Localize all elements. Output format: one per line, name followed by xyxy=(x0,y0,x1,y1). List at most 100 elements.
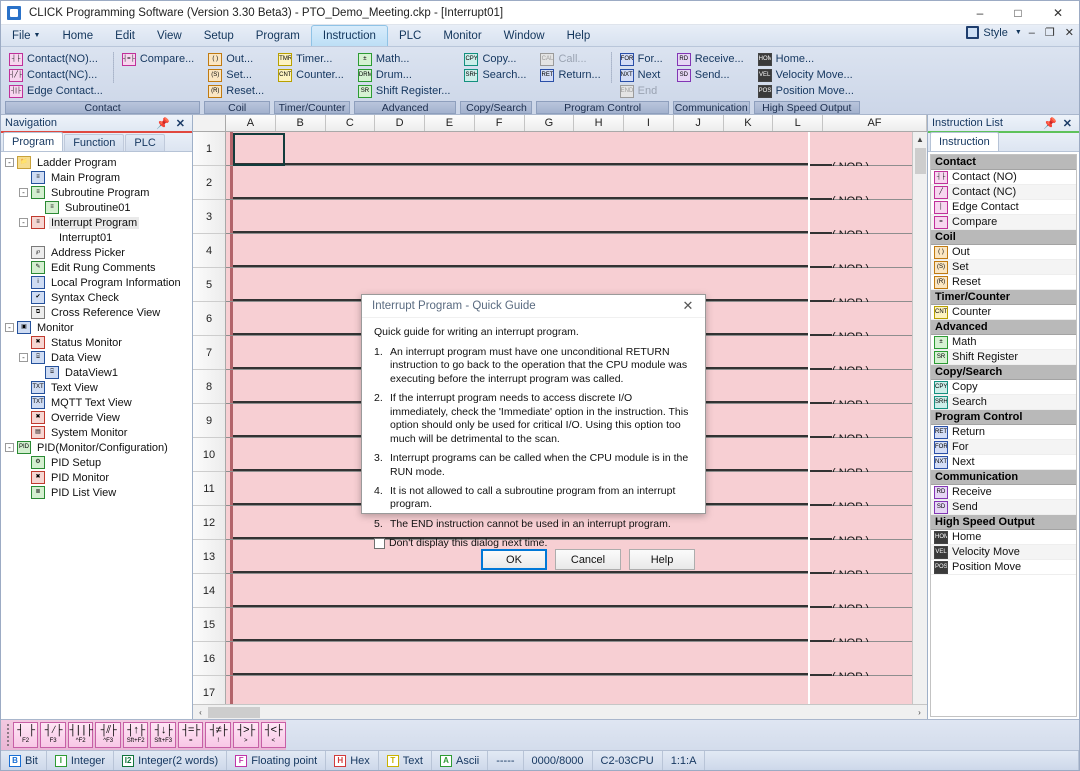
toolbar-button-compare-greater[interactable]: ┤>├ > xyxy=(233,722,259,748)
document-restore-button[interactable]: ❐ xyxy=(1042,26,1058,39)
toolbar-button-contact-up-shift-f2[interactable]: ┤↑├ Sft+F2 xyxy=(122,722,149,748)
status-type-bit[interactable]: B Bit xyxy=(1,750,47,770)
menu-item-view[interactable]: View xyxy=(146,25,193,46)
expand-toggle-icon[interactable]: - xyxy=(5,158,14,167)
ribbon-button-contact-no-[interactable]: ┤├ Contact(NO)... xyxy=(7,51,107,67)
tree-item-cross-reference-view[interactable]: ⧉ Cross Reference View xyxy=(5,305,192,320)
column-header-k[interactable]: K xyxy=(723,115,774,131)
close-button[interactable]: ✕ xyxy=(1037,1,1079,25)
nop-cell[interactable]: ( NOP ) xyxy=(808,676,912,704)
ribbon-button-drum[interactable]: DRM Drum... xyxy=(356,67,455,83)
menu-item-monitor[interactable]: Monitor xyxy=(432,25,492,46)
dont-display-checkbox[interactable]: Don't display this dialog next time. xyxy=(374,537,693,549)
menu-item-setup[interactable]: Setup xyxy=(193,25,245,46)
tree-item-monitor[interactable]: - ▣ Monitor xyxy=(5,320,192,335)
tree-item-pid-list-view[interactable]: ≣ PID List View xyxy=(5,485,192,500)
column-header-l[interactable]: L xyxy=(773,115,823,131)
column-header-af[interactable]: AF xyxy=(823,115,927,131)
menu-item-plc[interactable]: PLC xyxy=(388,25,432,46)
ribbon-button-edge-contact[interactable]: ┤|├ Edge Contact... xyxy=(7,83,107,99)
tree-item-data-view[interactable]: - ⌸ Data View xyxy=(5,350,192,365)
ribbon-button-receive[interactable]: RD Receive... xyxy=(675,51,748,67)
toolbar-button-compare-not-equal[interactable]: ┤≠├! xyxy=(205,722,231,748)
column-header-i[interactable]: I xyxy=(624,115,674,131)
horizontal-scrollbar[interactable]: ‹ › xyxy=(193,704,927,719)
tree-item-ladder-program[interactable]: - 📁 Ladder Program xyxy=(5,155,192,170)
scroll-left-button[interactable]: ‹ xyxy=(193,705,208,720)
ribbon-button-return[interactable]: RET Return... xyxy=(538,67,604,83)
instruction-item-next[interactable]: NXT Next xyxy=(931,455,1076,470)
close-icon[interactable]: ✕ xyxy=(173,117,188,130)
instruction-item-return[interactable]: RET Return xyxy=(931,425,1076,440)
toolbar-button-compare-equal[interactable]: ┤=├ = xyxy=(177,722,204,748)
status-type-integer-2-words-[interactable]: I2 Integer(2 words) xyxy=(114,750,228,770)
dialog-ok-button[interactable]: OK xyxy=(481,549,547,571)
table-row[interactable]: ( NOP ) xyxy=(226,234,912,275)
menu-item-instruction[interactable]: Instruction xyxy=(310,25,388,46)
status-type-integer[interactable]: I Integer xyxy=(47,750,115,770)
maximize-button[interactable]: □ xyxy=(999,1,1037,25)
ribbon-button-counter[interactable]: CNT Counter... xyxy=(276,67,348,83)
status-type-floating-point[interactable]: F Floating point xyxy=(227,750,327,770)
ribbon-button-timer[interactable]: TMR Timer... xyxy=(276,51,348,67)
ribbon-button-contact-nc-[interactable]: ┤╱├ Contact(NC)... xyxy=(7,67,107,83)
nop-cell[interactable]: ( NOP ) xyxy=(808,302,912,343)
chevron-down-icon[interactable]: ▼ xyxy=(1015,29,1022,36)
nop-cell[interactable]: ( NOP ) xyxy=(808,268,912,309)
table-row[interactable]: ( NOP ) xyxy=(226,608,912,649)
ribbon-button-position-move[interactable]: POS Position Move... xyxy=(756,83,858,99)
tree-item-subroutine01[interactable]: ≡ Subroutine01 xyxy=(5,200,192,215)
table-row[interactable]: ( NOP ) xyxy=(226,642,912,683)
nop-cell[interactable]: ( NOP ) xyxy=(808,540,912,581)
column-header-e[interactable]: E xyxy=(425,115,475,131)
horizontal-scroll-thumb[interactable] xyxy=(208,706,260,718)
status-type-hex[interactable]: H Hex xyxy=(326,750,379,770)
tree-item-override-view[interactable]: ✖ Override View xyxy=(5,410,192,425)
instruction-item-velocity-move[interactable]: VEL Velocity Move xyxy=(931,545,1076,560)
column-header-j[interactable]: J xyxy=(673,115,724,131)
table-row[interactable]: ( NOP ) xyxy=(226,132,912,173)
status-type-text[interactable]: T Text xyxy=(379,750,432,770)
ribbon-button-reset[interactable]: (R) Reset... xyxy=(206,83,268,99)
instruction-item-math[interactable]: ± Math xyxy=(931,335,1076,350)
toolbar-button-edge-rising-ctrl-f2[interactable]: ┤||├ ^F2 xyxy=(67,722,94,748)
nop-cell[interactable]: ( NOP ) xyxy=(808,472,912,513)
scroll-up-button[interactable]: ▲ xyxy=(912,132,927,147)
tree-item-edit-rung-comments[interactable]: ✎ Edit Rung Comments xyxy=(5,260,192,275)
ribbon-button-search[interactable]: SRH Search... xyxy=(462,67,530,83)
nop-cell[interactable]: ( NOP ) xyxy=(808,370,912,411)
ribbon-button-send[interactable]: SD Send... xyxy=(675,67,748,83)
vertical-scrollbar[interactable]: ▲ xyxy=(912,132,927,704)
table-row[interactable]: ( NOP ) xyxy=(226,676,912,704)
ribbon-button-home[interactable]: HOMEHome... xyxy=(756,51,858,67)
ribbon-button-math[interactable]: ± Math... xyxy=(356,51,455,67)
table-row[interactable]: ( NOP ) xyxy=(226,166,912,207)
expand-toggle-icon[interactable]: - xyxy=(19,218,28,227)
instruction-item-search[interactable]: SRH Search xyxy=(931,395,1076,410)
tree-item-interrupt01[interactable]: Interrupt01 xyxy=(5,230,192,245)
close-icon[interactable]: ✕ xyxy=(1060,117,1075,130)
menu-item-program[interactable]: Program xyxy=(245,25,311,46)
menu-item-file[interactable]: File ▼ xyxy=(1,25,51,46)
nav-tab-program[interactable]: Program xyxy=(3,132,64,151)
column-header-b[interactable]: B xyxy=(275,115,326,131)
table-row[interactable]: ( NOP ) xyxy=(226,200,912,241)
column-header-f[interactable]: F xyxy=(474,115,525,131)
nop-cell[interactable]: ( NOP ) xyxy=(808,200,912,241)
toolbar-button-edge-falling-ctrl-f3[interactable]: ┤⫽├ ^F3 xyxy=(95,722,121,748)
instruction-item-edge-contact[interactable]: │ Edge Contact xyxy=(931,200,1076,215)
tree-item-dataview1[interactable]: ⌸ DataView1 xyxy=(5,365,192,380)
pin-icon[interactable]: 📌 xyxy=(1040,117,1060,130)
ribbon-button-out[interactable]: ( ) Out... xyxy=(206,51,268,67)
menu-item-help[interactable]: Help xyxy=(556,25,602,46)
vertical-scroll-thumb[interactable] xyxy=(914,148,926,174)
toolbar-button-contact-down-shift-f3[interactable]: ┤↓├ Sft+F3 xyxy=(150,722,176,748)
selected-cell[interactable] xyxy=(233,133,285,166)
instruction-item-compare[interactable]: = Compare xyxy=(931,215,1076,230)
nop-cell[interactable]: ( NOP ) xyxy=(808,234,912,275)
nop-cell[interactable]: ( NOP ) xyxy=(808,506,912,547)
instruction-item-position-move[interactable]: POS Position Move xyxy=(931,560,1076,575)
nop-cell[interactable]: ( NOP ) xyxy=(808,336,912,377)
nop-cell[interactable]: ( NOP ) xyxy=(808,166,912,207)
tree-item-status-monitor[interactable]: ✖ Status Monitor xyxy=(5,335,192,350)
